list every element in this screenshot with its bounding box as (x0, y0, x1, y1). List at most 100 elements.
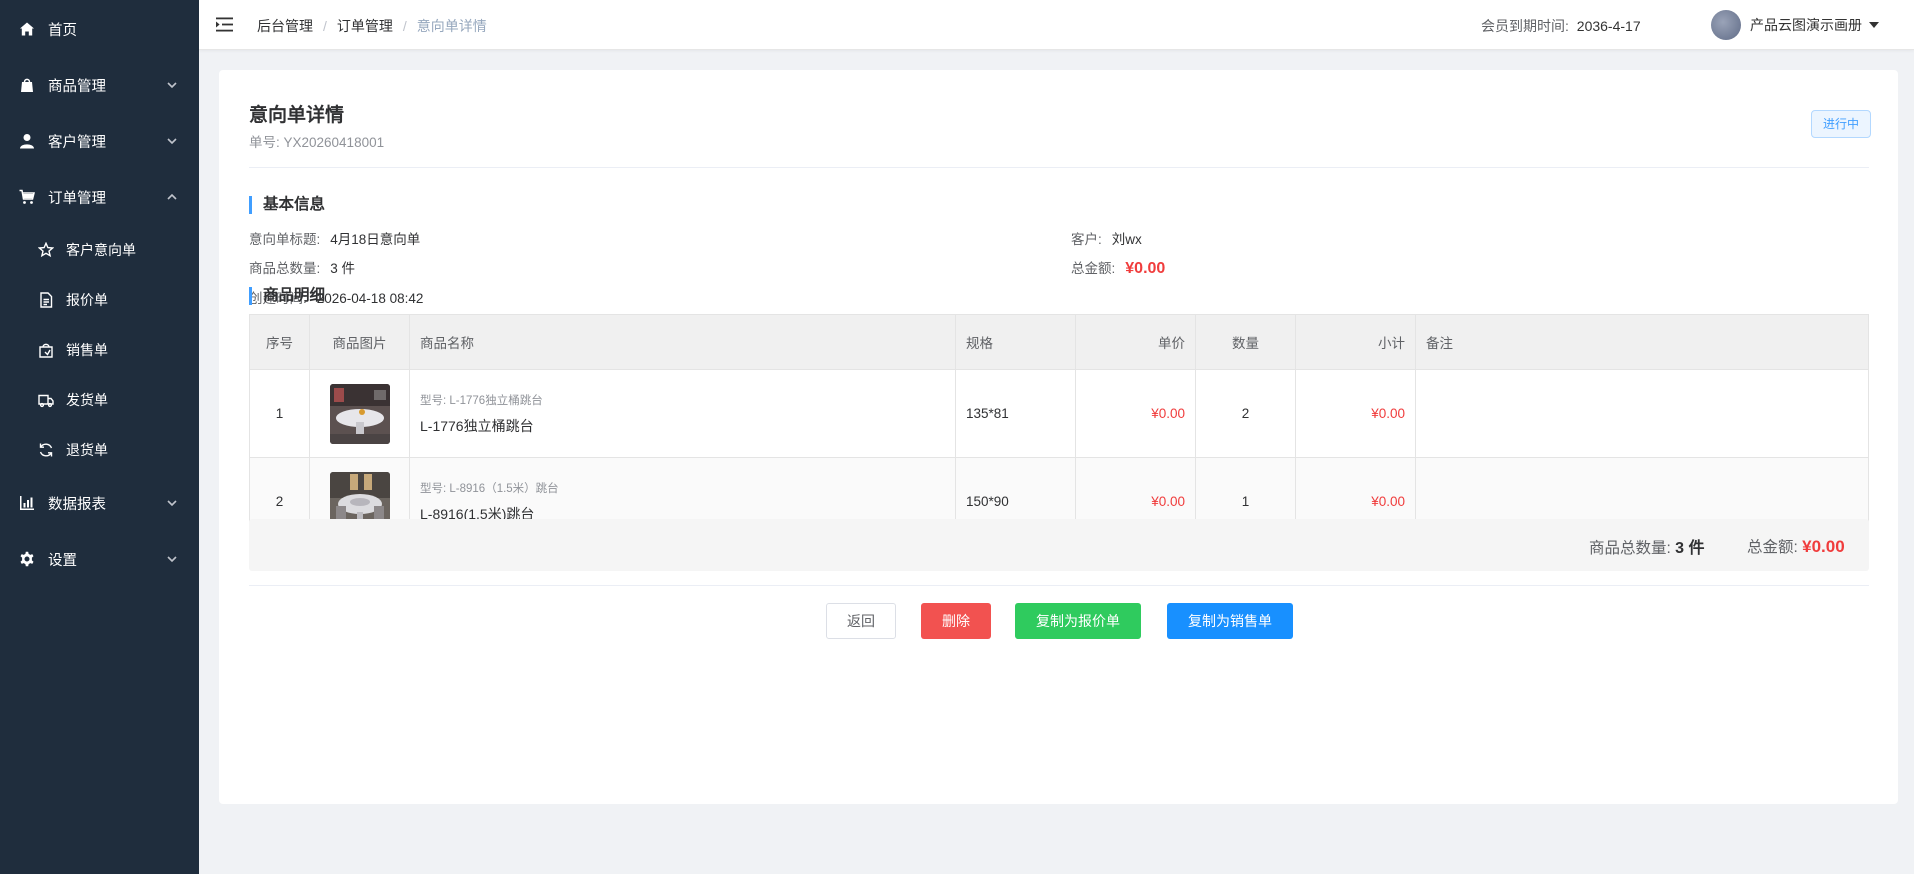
product-image-cell (309, 369, 410, 458)
info-label: 商品总数量: (249, 261, 321, 276)
sidebar-subitem-label: 销售单 (66, 342, 108, 358)
info-label: 总金额: (1071, 261, 1116, 276)
summary-amount-value: ¥0.00 (1802, 537, 1845, 556)
product-name: L-1776独立桶跳台 (420, 417, 534, 434)
table-header: 备注 (1415, 314, 1869, 370)
table-header: 规格 (955, 314, 1076, 370)
quantity-field: 商品总数量: 3 件 (249, 257, 355, 277)
sidebar-item-label: 订单管理 (48, 190, 106, 207)
customer-field: 客户: 刘wx (1071, 228, 1142, 248)
breadcrumb-item[interactable]: 订单管理 (337, 16, 393, 36)
chevron-down-icon (166, 497, 178, 509)
sidebar-subitem-shipments[interactable]: 发货单 (0, 375, 199, 425)
info-value-money: ¥0.00 (1125, 260, 1166, 277)
note (1415, 369, 1869, 458)
row-no: 1 (249, 369, 310, 458)
product-model: 型号: L-1776独立桶跳台 (420, 394, 543, 407)
page-title: 意向单详情 (249, 105, 345, 126)
sidebar-item-settings[interactable]: 设置 (0, 531, 199, 587)
menu-toggle-icon[interactable] (216, 17, 233, 32)
user-icon (19, 133, 35, 149)
divider (249, 167, 1869, 168)
bag-icon (38, 342, 54, 358)
subtotal: ¥0.00 (1295, 369, 1416, 458)
info-value: 4月18日意向单 (330, 232, 421, 247)
product-spec: 135*81 (955, 369, 1076, 458)
back-button[interactable]: 返回 (826, 603, 896, 639)
info-value: 3 件 (330, 261, 356, 276)
product-model: 型号: L-8916（1.5米）跳台 (420, 482, 559, 495)
sidebar-subitem-label: 发货单 (66, 392, 108, 408)
info-label: 客户: (1071, 232, 1102, 247)
caret-down-icon (1869, 22, 1879, 28)
table-header: 单价 (1075, 314, 1196, 370)
user-menu[interactable]: 产品云图演示画册 (1711, 10, 1879, 40)
truck-icon (38, 392, 54, 408)
sidebar-subitem-label: 客户意向单 (66, 242, 136, 258)
detail-card: 意向单详情 单号: YX20260418001 进行中 基本信息 意向单标题: 4… (219, 70, 1898, 804)
refresh-icon (38, 442, 54, 458)
section-title-items: 商品明细 (249, 287, 325, 305)
sidebar-item-label: 设置 (48, 552, 77, 569)
table-header: 商品图片 (309, 314, 410, 370)
table-header: 数量 (1195, 314, 1296, 370)
table-header-row: 序号 商品图片 商品名称 规格 单价 数量 小计 备注 (249, 314, 1869, 370)
chevron-down-icon (166, 135, 178, 147)
breadcrumb-item[interactable]: 后台管理 (257, 16, 313, 36)
sidebar-subitem-label: 报价单 (66, 292, 108, 308)
chevron-down-icon (166, 79, 178, 91)
top-header: 后台管理 / 订单管理 / 意向单详情 会员到期时间: 2036-4-17 产品… (199, 0, 1914, 50)
status-badge: 进行中 (1811, 110, 1872, 138)
order-summary: 商品总数量: 3 件 总金额: ¥0.00 (249, 519, 1869, 571)
amount-field: 总金额: ¥0.00 (1071, 257, 1165, 278)
sidebar-subitem-label: 退货单 (66, 442, 108, 458)
copy-to-sales-order-button[interactable]: 复制为销售单 (1167, 603, 1293, 639)
summary-amount: 总金额: ¥0.00 (1747, 535, 1845, 557)
chevron-down-icon (166, 553, 178, 565)
cart-icon (19, 189, 35, 205)
summary-quantity-label: 商品总数量: (1589, 540, 1671, 557)
avatar (1711, 10, 1741, 40)
summary-quantity-value: 3 件 (1675, 540, 1705, 557)
table-header: 商品名称 (409, 314, 956, 370)
summary-quantity: 商品总数量: 3 件 (1589, 534, 1704, 558)
table-row: 1 型号: L-1776独立桶跳台 L-1776独立桶跳台 135*81 ¥0.… (249, 369, 1869, 458)
bar-chart-icon (19, 495, 35, 511)
section-title-basic: 基本信息 (249, 196, 325, 214)
gear-icon (19, 551, 35, 567)
sidebar-subitem-returns[interactable]: 退货单 (0, 425, 199, 475)
sidebar-item-home[interactable]: 首页 (0, 1, 199, 57)
shopping-bag-icon (19, 77, 35, 93)
sidebar-item-customers[interactable]: 客户管理 (0, 113, 199, 169)
table-header: 小计 (1295, 314, 1416, 370)
unit-price: ¥0.00 (1075, 369, 1196, 458)
delete-button[interactable]: 删除 (921, 603, 991, 639)
sidebar-item-products[interactable]: 商品管理 (0, 57, 199, 113)
breadcrumb-separator: / (323, 18, 327, 34)
membership-expiry-label: 会员到期时间: (1481, 18, 1569, 34)
divider (249, 585, 1869, 586)
copy-to-quote-button[interactable]: 复制为报价单 (1015, 603, 1141, 639)
info-value: 刘wx (1111, 232, 1142, 247)
membership-expiry-value: 2036-4-17 (1576, 18, 1641, 34)
order-number: 单号: YX20260418001 (249, 135, 385, 150)
sidebar-item-reports[interactable]: 数据报表 (0, 475, 199, 531)
sidebar-item-orders[interactable]: 订单管理 (0, 169, 199, 225)
sidebar-subitem-intent-orders[interactable]: 客户意向单 (0, 225, 199, 275)
sidebar-subitem-quotes[interactable]: 报价单 (0, 275, 199, 325)
user-name: 产品云图演示画册 (1750, 17, 1862, 33)
sidebar: 首页 商品管理 客户管理 订单管理 客户意向单 报价单 销售单 发货单 退货单 … (0, 0, 199, 874)
sidebar-item-label: 数据报表 (48, 496, 106, 513)
breadcrumb: 后台管理 / 订单管理 / 意向单详情 (257, 16, 487, 36)
title-field: 意向单标题: 4月18日意向单 (249, 228, 420, 248)
sidebar-item-label: 商品管理 (48, 78, 106, 95)
sidebar-item-label: 客户管理 (48, 134, 106, 151)
membership-expiry: 会员到期时间: 2036-4-17 (1481, 16, 1641, 36)
table-header: 序号 (249, 314, 310, 370)
breadcrumb-current: 意向单详情 (416, 18, 487, 34)
sidebar-subitem-sales[interactable]: 销售单 (0, 325, 199, 375)
quantity: 2 (1195, 369, 1296, 458)
chevron-up-icon (166, 191, 178, 203)
product-image[interactable] (329, 383, 390, 444)
breadcrumb-separator: / (402, 18, 407, 34)
